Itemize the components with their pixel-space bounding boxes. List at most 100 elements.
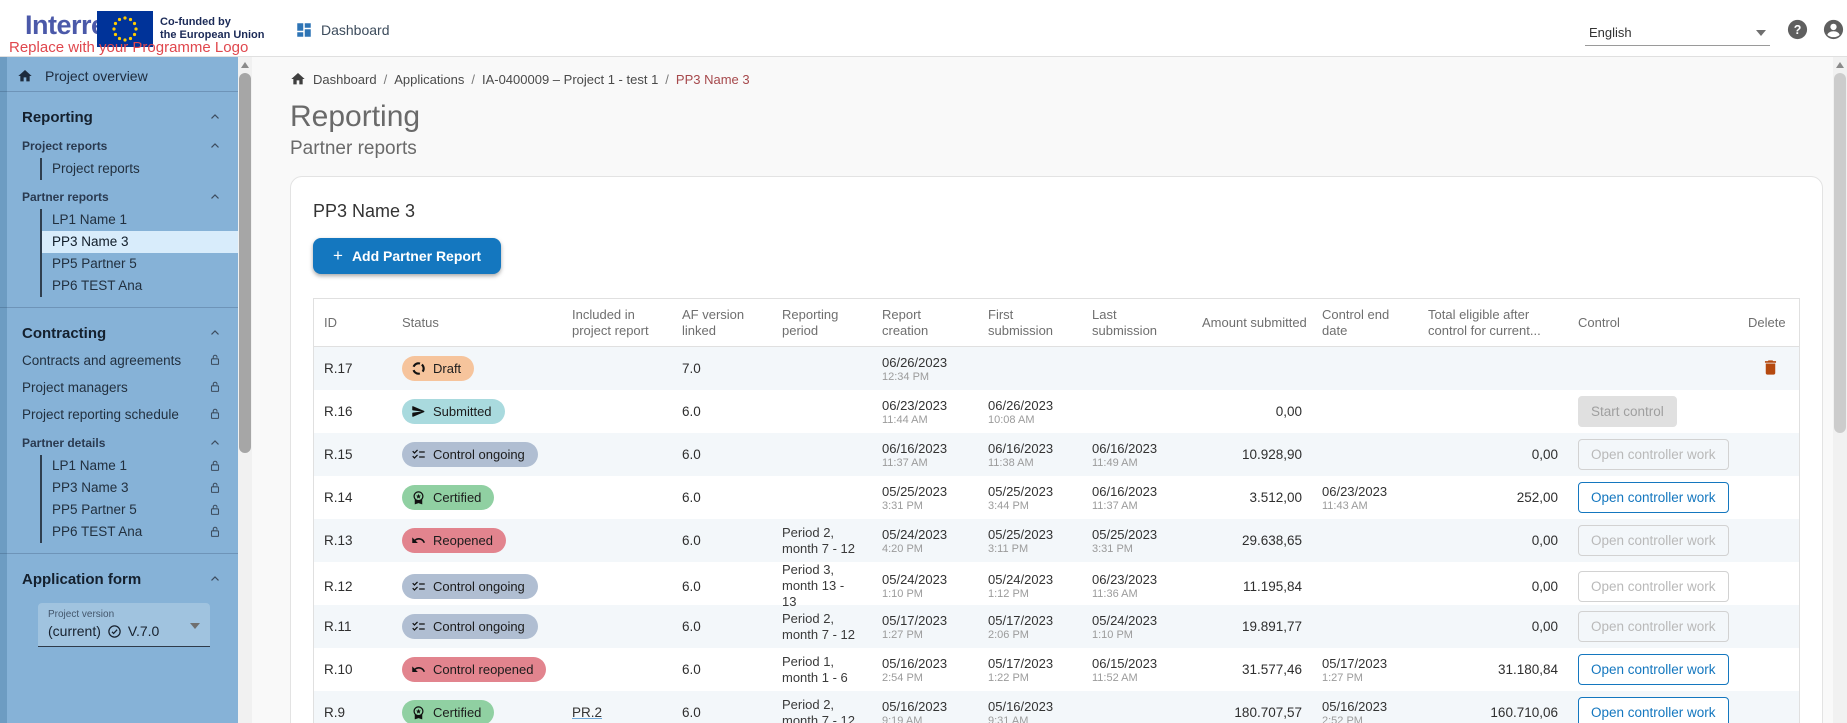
dashboard-link[interactable]: Dashboard [295,21,390,39]
sidebar-item-pp3-name-3[interactable]: PP3 Name 3 [42,231,238,253]
cell-report-creation: 05/17/20231:27 PM [872,613,978,641]
open-controller-work-button[interactable]: Open controller work [1578,482,1729,513]
open-controller-work-button[interactable]: Open controller work [1578,439,1729,470]
scrollbar-thumb[interactable] [239,73,251,453]
sidebar-group-project-reports[interactable]: Project reports [0,136,238,156]
date-value: 06/23/2023 [882,398,968,413]
time-value: 3:31 PM [1092,543,1182,555]
page-title: Reporting [290,100,1833,134]
cell-first-submission: 05/17/20232:06 PM [978,613,1082,641]
open-controller-work-button[interactable]: Open controller work [1578,611,1729,642]
cell-first-submission: 05/16/20239:31 AM [978,699,1082,723]
date-value: 06/23/2023 [1092,572,1182,587]
sidebar-item-project-overview[interactable]: Project overview [0,61,238,92]
account-icon[interactable] [1822,18,1845,41]
help-icon[interactable]: ? [1786,18,1809,41]
sidebar-item-project-reporting-schedule[interactable]: Project reporting schedule [0,402,238,426]
cell-report-id: R.13 [314,533,392,548]
cell-amount-submitted: 19.891,77 [1192,619,1312,634]
sidebar-group-partner-details[interactable]: Partner details [0,433,238,453]
plus-icon: + [333,250,343,262]
undo-icon [411,662,426,677]
open-controller-work-button[interactable]: Open controller work [1578,571,1729,602]
date-value: 05/17/2023 [988,613,1072,628]
lock-icon [208,481,222,495]
project-report-link[interactable]: PR.2 [572,705,602,720]
sidebar-item-lp1-name-1[interactable]: LP1 Name 1 [42,209,238,231]
checklist-icon [411,579,426,594]
sidebar-item-project-managers[interactable]: Project managers [0,375,238,399]
sidebar-item-details-pp3-name-3[interactable]: PP3 Name 3 [42,477,238,499]
cell-control-end-date: 05/16/20232:52 PM [1312,699,1418,723]
chevron-up-icon [208,572,222,586]
col-header-amount-submitted: Amount submitted [1192,315,1312,331]
time-value: 11:37 AM [1092,500,1182,512]
time-value: 12:34 PM [882,371,968,383]
sidebar-item-details-pp5-partner-5[interactable]: PP5 Partner 5 [42,499,238,521]
scrollbar-thumb[interactable] [1834,73,1846,433]
sidebar-item-details-pp6-test-ana[interactable]: PP6 TEST Ana [42,521,238,543]
open-controller-work-button[interactable]: Open controller work [1578,697,1729,723]
main-content: Dashboard / Applications / IA-0400009 – … [252,57,1833,723]
cell-af-version: 6.0 [672,619,772,634]
time-value: 11:49 AM [1092,457,1182,469]
cell-control: Open controller work [1568,611,1738,642]
cell-amount-submitted: 3.512,00 [1192,490,1312,505]
home-icon[interactable] [290,71,306,87]
cell-report-creation: 05/24/20234:20 PM [872,527,978,555]
open-controller-work-button[interactable]: Open controller work [1578,654,1729,685]
col-header-id: ID [314,315,392,331]
time-value: 11:37 AM [882,457,968,469]
cell-control: Start control [1568,396,1738,427]
medal-icon [411,490,426,505]
cell-amount-submitted: 29.638,65 [1192,533,1312,548]
time-value: 3:11 PM [988,543,1072,555]
sidebar-item-project-reports[interactable]: Project reports [42,158,238,180]
start-control-button[interactable]: Start control [1578,396,1677,427]
scroll-up-arrow[interactable] [1836,62,1844,68]
status-badge: Submitted [402,399,505,424]
time-value: 1:27 PM [1322,672,1408,684]
open-controller-work-button[interactable]: Open controller work [1578,525,1729,556]
top-header: Interreg Co-funded bythe European Union … [0,0,1847,57]
time-value: 1:10 PM [882,588,968,600]
scroll-up-arrow[interactable] [241,62,249,68]
cell-total-eligible: 0,00 [1418,533,1568,548]
language-select[interactable]: English [1585,20,1770,46]
delete-report-button[interactable] [1761,358,1780,380]
breadcrumb-dashboard[interactable]: Dashboard [313,72,377,87]
page-scrollbar[interactable] [1833,57,1847,723]
status-badge: Control ongoing [402,574,538,599]
cell-control: Open controller work [1568,571,1738,602]
sidebar-section-reporting[interactable]: Reporting [0,105,238,129]
cell-status: Certified [392,485,562,510]
col-header-total-eligible: Total eligible after control for current… [1418,307,1568,339]
project-version-select[interactable]: Project version (current) V.7.0 [38,603,210,647]
undo-icon [411,533,426,548]
cell-af-version: 6.0 [672,490,772,505]
cell-first-submission: 05/25/20233:44 PM [978,484,1082,512]
sidebar-section-application-form[interactable]: Application form [0,567,238,591]
breadcrumb-project[interactable]: IA-0400009 – Project 1 - test 1 [482,72,658,87]
add-partner-report-button[interactable]: + Add Partner Report [313,238,501,274]
sidebar-scrollbar[interactable] [238,57,252,723]
sidebar-item-pp6-test-ana[interactable]: PP6 TEST Ana [42,275,238,297]
cell-first-submission: 06/16/202311:38 AM [978,441,1082,469]
home-icon [17,68,33,84]
col-header-af-version: AF version linked [672,307,772,339]
cell-report-id: R.16 [314,404,392,419]
lock-icon [208,353,222,367]
donut-circle-icon [411,361,426,376]
sidebar-item-pp5-partner-5[interactable]: PP5 Partner 5 [42,253,238,275]
sidebar-section-contracting[interactable]: Contracting [0,321,238,345]
sidebar-item-contracts-and-agreements[interactable]: Contracts and agreements [0,348,238,372]
cell-control: Open controller work [1568,482,1738,513]
breadcrumb-applications[interactable]: Applications [394,72,464,87]
sidebar-item-details-lp1-name-1[interactable]: LP1 Name 1 [42,455,238,477]
date-value: 06/26/2023 [988,398,1072,413]
cell-total-eligible: 0,00 [1418,619,1568,634]
cell-report-id: R.15 [314,447,392,462]
cell-last-submission: 06/15/202311:52 AM [1082,656,1192,684]
time-value: 2:06 PM [988,629,1072,641]
sidebar-group-partner-reports[interactable]: Partner reports [0,187,238,207]
